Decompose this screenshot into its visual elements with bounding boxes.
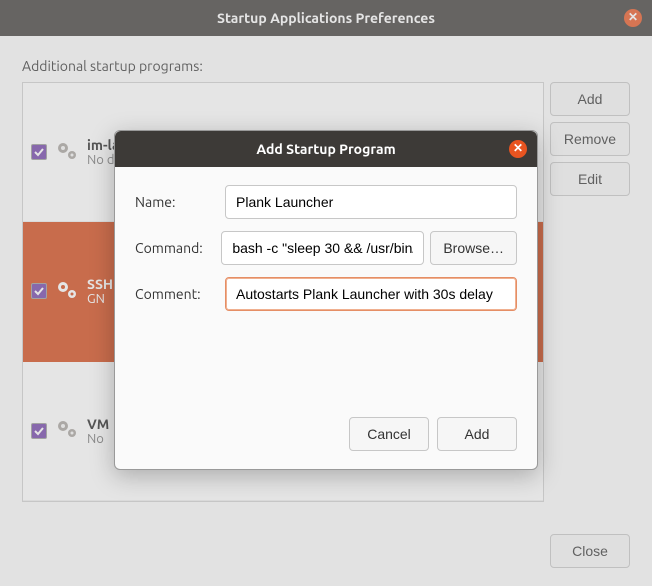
command-field[interactable] (221, 231, 424, 265)
close-icon[interactable]: ✕ (509, 140, 527, 158)
modal-title: Add Startup Program (256, 141, 395, 157)
cancel-button[interactable]: Cancel (349, 417, 429, 451)
add-button[interactable]: Add (437, 417, 517, 451)
comment-field[interactable] (225, 277, 517, 311)
modal-overlay: Add Startup Program ✕ Name: Command: Bro… (0, 0, 652, 586)
name-field[interactable] (225, 185, 517, 219)
name-label: Name: (135, 194, 215, 210)
browse-button[interactable]: Browse… (430, 231, 517, 265)
modal-titlebar: Add Startup Program ✕ (115, 131, 537, 167)
comment-label: Comment: (135, 286, 215, 302)
command-label: Command: (135, 240, 211, 256)
add-startup-modal: Add Startup Program ✕ Name: Command: Bro… (114, 130, 538, 470)
